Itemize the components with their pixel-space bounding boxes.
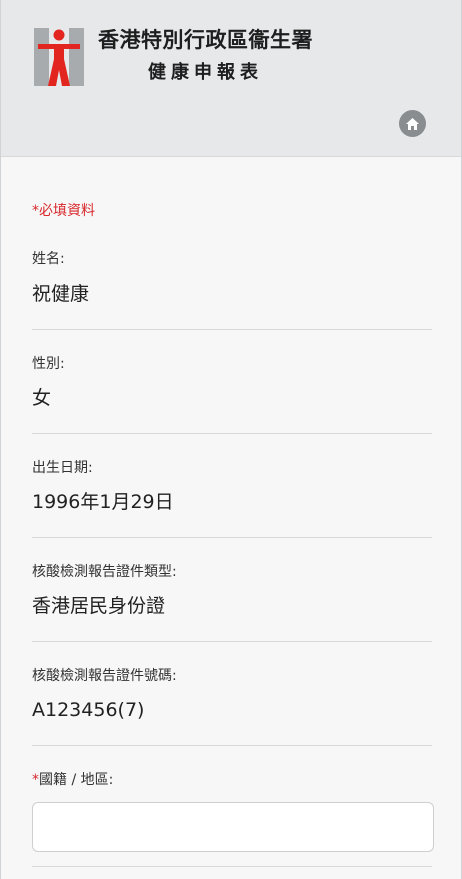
- page: 香港特別行政區衞生署 健康申報表 *必填資料 姓名: 祝健康 性別: 女 出生日…: [0, 0, 462, 879]
- home-icon: [406, 117, 419, 130]
- field-nationality: *國籍 / 地區:: [32, 770, 434, 867]
- header: 香港特別行政區衞生署 健康申報表: [1, 0, 461, 157]
- field-value-id-number: A123456(7): [32, 699, 145, 721]
- nationality-input[interactable]: [32, 802, 434, 852]
- field-label-nationality: *國籍 / 地區:: [32, 770, 432, 790]
- field-name: 姓名: 祝健康: [32, 249, 432, 330]
- field-value-id-type: 香港居民身份證: [32, 595, 166, 617]
- required-note: *必填資料: [32, 203, 95, 219]
- required-mark: *: [32, 772, 39, 788]
- home-button[interactable]: [399, 110, 426, 137]
- field-label-sex: 性別:: [32, 356, 65, 372]
- field-value-name: 祝健康: [32, 283, 90, 305]
- department-of-health-logo: [34, 28, 84, 86]
- field-id-type: 核酸檢測報告證件類型: 香港居民身份證: [32, 562, 432, 642]
- field-dob: 出生日期: 1996年1月29日: [32, 458, 432, 538]
- form-content: *必填資料 姓名: 祝健康 性別: 女 出生日期: 1996年1月29日 核酸檢…: [1, 157, 461, 867]
- field-value-sex: 女: [32, 387, 52, 409]
- field-value-dob: 1996年1月29日: [32, 491, 174, 513]
- field-sex: 性別: 女: [32, 354, 432, 434]
- nationality-label-text: 國籍 / 地區:: [39, 772, 114, 788]
- field-id-number: 核酸檢測報告證件號碼: A123456(7): [32, 666, 432, 746]
- field-label-id-type: 核酸檢測報告證件類型:: [32, 564, 177, 580]
- form-title: 健康申報表: [148, 62, 263, 83]
- field-label-name: 姓名:: [32, 251, 65, 267]
- field-label-id-number: 核酸檢測報告證件號碼:: [32, 668, 177, 684]
- org-name: 香港特別行政區衞生署: [98, 28, 313, 52]
- field-label-dob: 出生日期:: [32, 460, 93, 476]
